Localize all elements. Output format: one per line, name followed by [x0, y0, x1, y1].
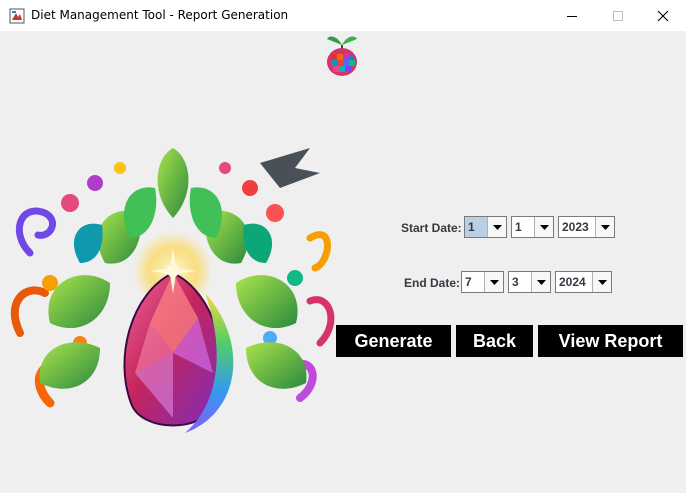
- chevron-down-icon[interactable]: [534, 217, 553, 237]
- start-date-label: Start Date:: [401, 221, 462, 235]
- generate-button[interactable]: Generate: [336, 325, 451, 357]
- chevron-down-icon[interactable]: [595, 217, 614, 237]
- back-button[interactable]: Back: [456, 325, 533, 357]
- minimize-button[interactable]: [549, 0, 595, 31]
- view-report-button[interactable]: View Report: [538, 325, 683, 357]
- chevron-down-icon[interactable]: [484, 272, 503, 292]
- app-icon: [9, 8, 25, 24]
- end-day-select[interactable]: 7: [461, 271, 504, 293]
- start-day-value: 1: [465, 217, 487, 237]
- close-icon: [657, 10, 669, 21]
- end-month-select[interactable]: 3: [508, 271, 551, 293]
- end-date-label: End Date:: [404, 276, 461, 290]
- chevron-down-icon[interactable]: [531, 272, 550, 292]
- window-title: Diet Management Tool - Report Generation: [31, 8, 289, 22]
- maximize-button[interactable]: [595, 0, 641, 31]
- minimize-icon: [567, 15, 577, 17]
- start-day-select[interactable]: 1: [464, 216, 507, 238]
- close-button[interactable]: [640, 0, 686, 31]
- end-year-value: 2024: [559, 275, 586, 289]
- start-year-value: 2023: [562, 220, 589, 234]
- start-month-value: 1: [515, 220, 522, 234]
- apple-logo-icon: [327, 36, 357, 76]
- end-day-value: 7: [465, 275, 472, 289]
- title-bar: Diet Management Tool - Report Generation: [0, 0, 686, 31]
- end-year-select[interactable]: 2024: [555, 271, 612, 293]
- maximize-icon: [613, 10, 623, 21]
- chevron-down-icon[interactable]: [487, 217, 506, 237]
- end-month-value: 3: [512, 275, 519, 289]
- start-month-select[interactable]: 1: [511, 216, 554, 238]
- crystal-egg-illustration: [10, 148, 335, 433]
- start-year-select[interactable]: 2023: [558, 216, 615, 238]
- chevron-down-icon[interactable]: [592, 272, 611, 292]
